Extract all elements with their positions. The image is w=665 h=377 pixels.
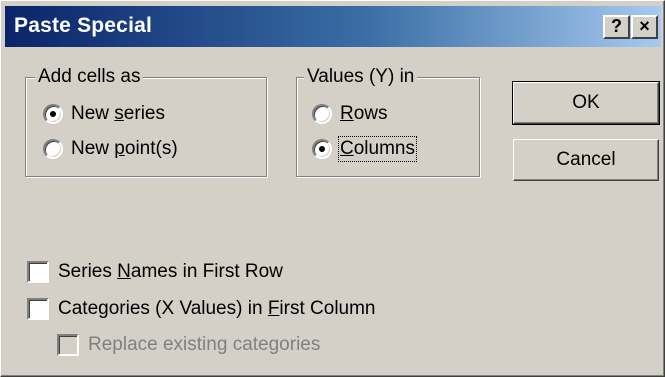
cancel-button[interactable]: Cancel (513, 139, 659, 181)
radio-columns[interactable]: Columns (312, 136, 417, 162)
radio-columns-label: Columns (338, 136, 417, 162)
radio-button-icon[interactable] (43, 104, 63, 124)
radio-new-points-label: New point(s) (71, 138, 178, 159)
radio-button-icon[interactable] (312, 139, 332, 159)
radio-button-icon[interactable] (43, 139, 63, 159)
help-button[interactable]: ? (603, 15, 630, 39)
dialog-title: Paste Special (14, 14, 153, 37)
checkbox-categories-label: Categories (X Values) in First Column (58, 298, 376, 319)
title-bar[interactable]: Paste Special ? × (5, 6, 661, 47)
radio-rows[interactable]: Rows (312, 103, 388, 125)
checkbox-icon[interactable] (27, 298, 49, 320)
checkbox-icon (57, 334, 79, 356)
paste-special-dialog: Paste Special ? × Add cells as New serie… (0, 0, 665, 377)
checkbox-icon[interactable] (27, 261, 49, 283)
values-in-group: Values (Y) in Rows Columns (296, 66, 480, 177)
add-cells-group: Add cells as New series New point(s) (25, 66, 267, 177)
values-in-group-label: Values (Y) in (304, 66, 418, 88)
checkbox-categories[interactable]: Categories (X Values) in First Column (27, 298, 376, 320)
checkbox-replace-categories-label: Replace existing categories (88, 334, 321, 355)
radio-new-series-label: New series (71, 103, 165, 124)
radio-rows-label: Rows (340, 103, 388, 124)
ok-button[interactable]: OK (512, 81, 660, 125)
checkbox-series-names[interactable]: Series Names in First Row (27, 261, 283, 283)
add-cells-group-label: Add cells as (35, 66, 144, 88)
checkbox-series-names-label: Series Names in First Row (58, 261, 283, 282)
radio-button-icon[interactable] (312, 104, 332, 124)
close-button[interactable]: × (631, 15, 658, 39)
radio-new-points[interactable]: New point(s) (43, 138, 178, 160)
radio-new-series[interactable]: New series (43, 103, 165, 125)
checkbox-replace-categories: Replace existing categories (57, 334, 320, 356)
